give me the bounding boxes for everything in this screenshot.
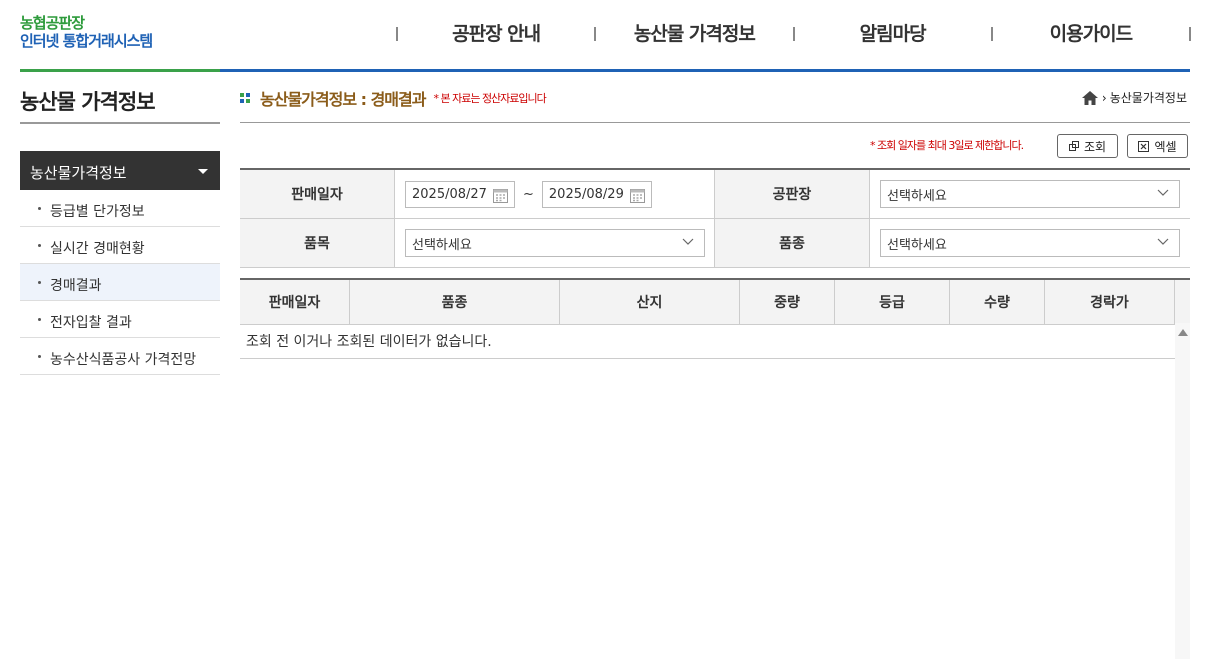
search-button[interactable]: 조회 [1057,134,1118,158]
sidebar-item-e-bid-result[interactable]: 전자입찰 결과 [20,301,220,338]
column-header-auction-price[interactable]: 경락가 [1045,280,1175,324]
sidebar-group-label: 농산물가격정보 [30,164,127,182]
form-row: 판매일자 2025/08/27 ~ 2025/08/29 공판장 선택하세요 [240,170,1190,219]
excel-button[interactable]: 엑셀 [1127,134,1188,158]
variety-select[interactable]: 선택하세요 [880,229,1180,257]
sidebar-item-label: 실시간 경매현황 [50,241,145,257]
column-header-grade[interactable]: 등급 [835,280,950,324]
search-button-label: 조회 [1083,139,1107,154]
sidebar-item-label: 전자입찰 결과 [50,315,132,331]
title-bullet-icon [240,93,250,103]
column-header-variety[interactable]: 품종 [350,280,560,324]
page-title: 농산물가격정보 : 경매결과 [260,90,426,109]
breadcrumb-current[interactable]: 농산물가격정보 [1110,89,1187,106]
excel-icon [1138,140,1150,152]
table-header: 판매일자 품종 산지 중량 등급 수량 경락가 [240,280,1190,325]
market-select[interactable]: 선택하세요 [880,180,1180,208]
sale-date-field: 2025/08/27 ~ 2025/08/29 [395,170,715,218]
logo-line2: 인터넷 통합거래시스템 [20,32,153,50]
content-header: 농산물가격정보 : 경매결과 * 본 자료는 정산자료입니다 [240,86,547,110]
nav-item-market-info[interactable]: 공판장 안내 [398,20,594,48]
main-nav: 공판장 안내 농산물 가격정보 알림마당 이용가이드 [396,20,1191,48]
date-from-value: 2025/08/27 [412,186,487,202]
sidebar-item-auction-result[interactable]: 경매결과 [20,264,220,301]
sidebar-item-label: 경매결과 [50,278,102,294]
calendar-icon[interactable] [493,188,508,203]
variety-label: 품종 [715,219,870,267]
settlement-note: * 본 자료는 정산자료입니다 [433,92,546,105]
variety-select-value: 선택하세요 [887,237,947,253]
date-to-input[interactable]: 2025/08/29 [541,180,652,208]
header-divider-blue [220,69,1190,72]
date-range-separator: ~ [523,186,534,202]
calendar-icon[interactable] [629,188,645,203]
caret-down-icon [198,169,208,174]
empty-table-message: 조회 전 이거나 조회된 데이터가 없습니다. [240,323,1175,359]
nav-item-guide[interactable]: 이용가이드 [993,20,1189,48]
sidebar-item-grade-price[interactable]: 등급별 단가정보 [20,190,220,227]
chevron-down-icon [1157,189,1169,196]
site-logo[interactable]: 농협공판장 인터넷 통합거래시스템 [20,14,200,50]
item-select-value: 선택하세요 [412,237,472,253]
column-header-origin[interactable]: 산지 [560,280,740,324]
sidebar-item-label: 농수산식품공사 가격전망 [50,352,197,368]
excel-button-label: 엑셀 [1154,139,1177,154]
breadcrumb: › 농산물가격정보 [1081,89,1187,106]
item-label: 품목 [240,219,395,267]
sidebar-item-price-forecast[interactable]: 농수산식품공사 가격전망 [20,338,220,375]
result-table: 판매일자 품종 산지 중량 등급 수량 경락가 [240,278,1190,325]
table-scrollbar[interactable] [1175,323,1190,659]
date-from-input[interactable]: 2025/08/27 [405,180,515,208]
market-select-value: 선택하세요 [887,188,947,204]
chevron-down-icon [682,238,694,245]
search-form: 판매일자 2025/08/27 ~ 2025/08/29 공판장 선택하세요 품… [240,168,1190,268]
date-to-value: 2025/08/29 [548,186,624,202]
sale-date-label: 판매일자 [240,170,395,218]
nav-item-notice[interactable]: 알림마당 [795,20,991,48]
column-header-quantity[interactable]: 수량 [950,280,1045,324]
header-divider-green [20,69,220,72]
nav-item-price-info[interactable]: 농산물 가격정보 [596,20,792,48]
item-field: 선택하세요 [395,219,715,267]
column-header-sale-date[interactable]: 판매일자 [240,280,350,324]
market-field: 선택하세요 [870,170,1190,218]
sidebar-item-live-auction[interactable]: 실시간 경매현황 [20,227,220,264]
nav-separator [1189,27,1191,41]
market-label: 공판장 [715,170,870,218]
column-header-weight[interactable]: 중량 [740,280,835,324]
search-icon [1068,141,1079,151]
variety-field: 선택하세요 [870,219,1190,267]
home-icon[interactable] [1081,90,1098,105]
sidebar-group-toggle[interactable]: 농산물가격정보 [20,151,220,190]
content-divider [240,122,1190,123]
sidebar-menu: 등급별 단가정보 실시간 경매현황 경매결과 전자입찰 결과 농수산식품공사 가… [20,190,220,375]
column-header-spacer [1175,280,1190,324]
form-row: 품목 선택하세요 품종 선택하세요 [240,219,1190,268]
sidebar-title: 농산물 가격정보 [20,84,220,124]
scroll-up-arrow-icon[interactable] [1178,329,1188,336]
sidebar-item-label: 등급별 단가정보 [50,204,145,220]
item-select[interactable]: 선택하세요 [405,229,705,257]
date-limit-note: * 조회 일자를 최대 3일로 제한합니다. [870,139,1024,152]
logo-line1: 농협공판장 [20,14,85,32]
chevron-down-icon [1157,238,1169,245]
breadcrumb-chevron-icon: › [1101,90,1107,105]
